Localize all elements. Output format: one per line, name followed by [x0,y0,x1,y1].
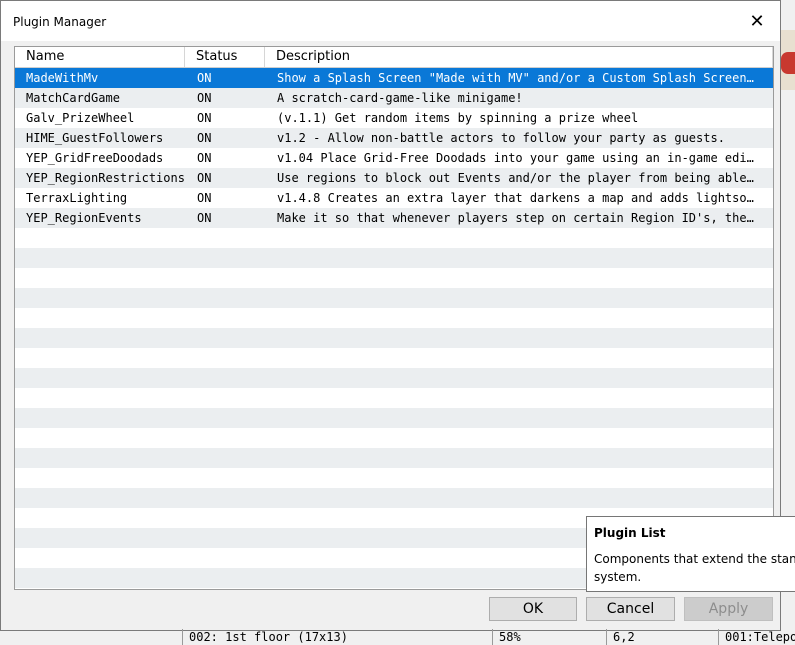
plugin-status: ON [197,191,212,205]
empty-row [15,348,773,368]
plugin-description: Use regions to block out Events and/or t… [277,171,757,185]
plugin-name: YEP_RegionRestrictions [26,171,185,185]
plugin-status: ON [197,71,212,85]
status-coords: 6,2 [606,629,718,645]
plugin-name: HIME_GuestFollowers [26,131,164,145]
status-zoom: 58% [492,629,606,645]
plugin-row[interactable]: HIME_GuestFollowers ON v1.2 - Allow non-ba… [15,128,773,148]
plugin-rows: MadeWithMv ON Show a Splash Screen "Made w… [15,68,773,589]
empty-row [15,248,773,268]
plugin-status: ON [197,151,212,165]
character-icon [781,52,795,74]
column-header-status[interactable]: Status [185,47,265,67]
plugin-row[interactable]: YEP_RegionEvents ON Make it so that whenev… [15,208,773,228]
list-header: Name Status Description [15,47,773,68]
empty-row [15,428,773,448]
plugin-description: v1.04 Place Grid-Free Doodads into your … [277,151,757,165]
empty-row [15,268,773,288]
plugin-status: ON [197,211,212,225]
plugin-description: Make it so that whenever players step on… [277,211,757,225]
column-header-description[interactable]: Description [265,47,773,67]
column-header-name[interactable]: Name [15,47,185,67]
plugin-status: ON [197,91,212,105]
status-map: 002: 1st floor (17x13) [182,629,492,645]
plugin-row[interactable]: TerraxLighting ON v1.4.8 Creates an extra … [15,188,773,208]
cancel-button[interactable]: Cancel [586,597,675,621]
plugin-status: ON [197,131,212,145]
tooltip-title: Plugin List [594,526,666,540]
ok-button[interactable]: OK [489,597,577,621]
apply-button[interactable]: Apply [684,597,773,621]
title-bar: Plugin Manager ✕ [1,1,780,41]
empty-row [15,288,773,308]
status-bar: 002: 1st floor (17x13) 58% 6,2 001:Telep… [0,629,795,645]
empty-row [15,448,773,468]
empty-row [15,328,773,348]
plugin-status: ON [197,111,212,125]
plugin-description: (v.1.1) Get random items by spinning a p… [277,111,639,125]
plugin-list[interactable]: Name Status Description MadeWithMv ON Show… [14,46,774,590]
dialog-title: Plugin Manager [13,15,107,29]
plugin-row[interactable]: MadeWithMv ON Show a Splash Screen "Made w… [15,68,773,88]
plugin-description: A scratch-card-game-like minigame! [277,91,523,105]
tooltip-line: system. [594,570,642,584]
empty-row [15,368,773,388]
close-button[interactable]: ✕ [734,1,780,41]
empty-row [15,308,773,328]
plugin-description: Show a Splash Screen "Made with MV" and/… [277,71,757,85]
plugin-row[interactable]: MatchCardGame ON A scratch-card-game-like … [15,88,773,108]
plugin-name: YEP_RegionEvents [26,211,142,225]
empty-row [15,228,773,248]
plugin-description: v1.4.8 Creates an extra layer that darke… [277,191,757,205]
status-event: 001:Telepor [718,629,795,645]
plugin-name: Galv_PrizeWheel [26,111,135,125]
close-icon: ✕ [749,10,765,32]
plugin-name: YEP_GridFreeDoodads [26,151,164,165]
plugin-row[interactable]: Galv_PrizeWheel ON (v.1.1) Get random item… [15,108,773,128]
plugin-row[interactable]: YEP_GridFreeDoodads ON v1.04 Place Grid-Fr… [15,148,773,168]
empty-row [15,388,773,408]
plugin-description: v1.2 - Allow non-battle actors to follow… [277,131,725,145]
plugin-name: MatchCardGame [26,91,120,105]
tooltip-line: Components that extend the stan [594,552,795,566]
tooltip: Plugin List Components that extend the s… [586,516,795,592]
tooltip-body: Components that extend the stan system. [594,550,795,586]
plugin-name: TerraxLighting [26,191,128,205]
empty-row [15,468,773,488]
empty-row [15,408,773,428]
empty-row [15,488,773,508]
plugin-row[interactable]: YEP_RegionRestrictions ON Use regions to b… [15,168,773,188]
plugin-name: MadeWithMv [26,71,99,85]
plugin-status: ON [197,171,212,185]
